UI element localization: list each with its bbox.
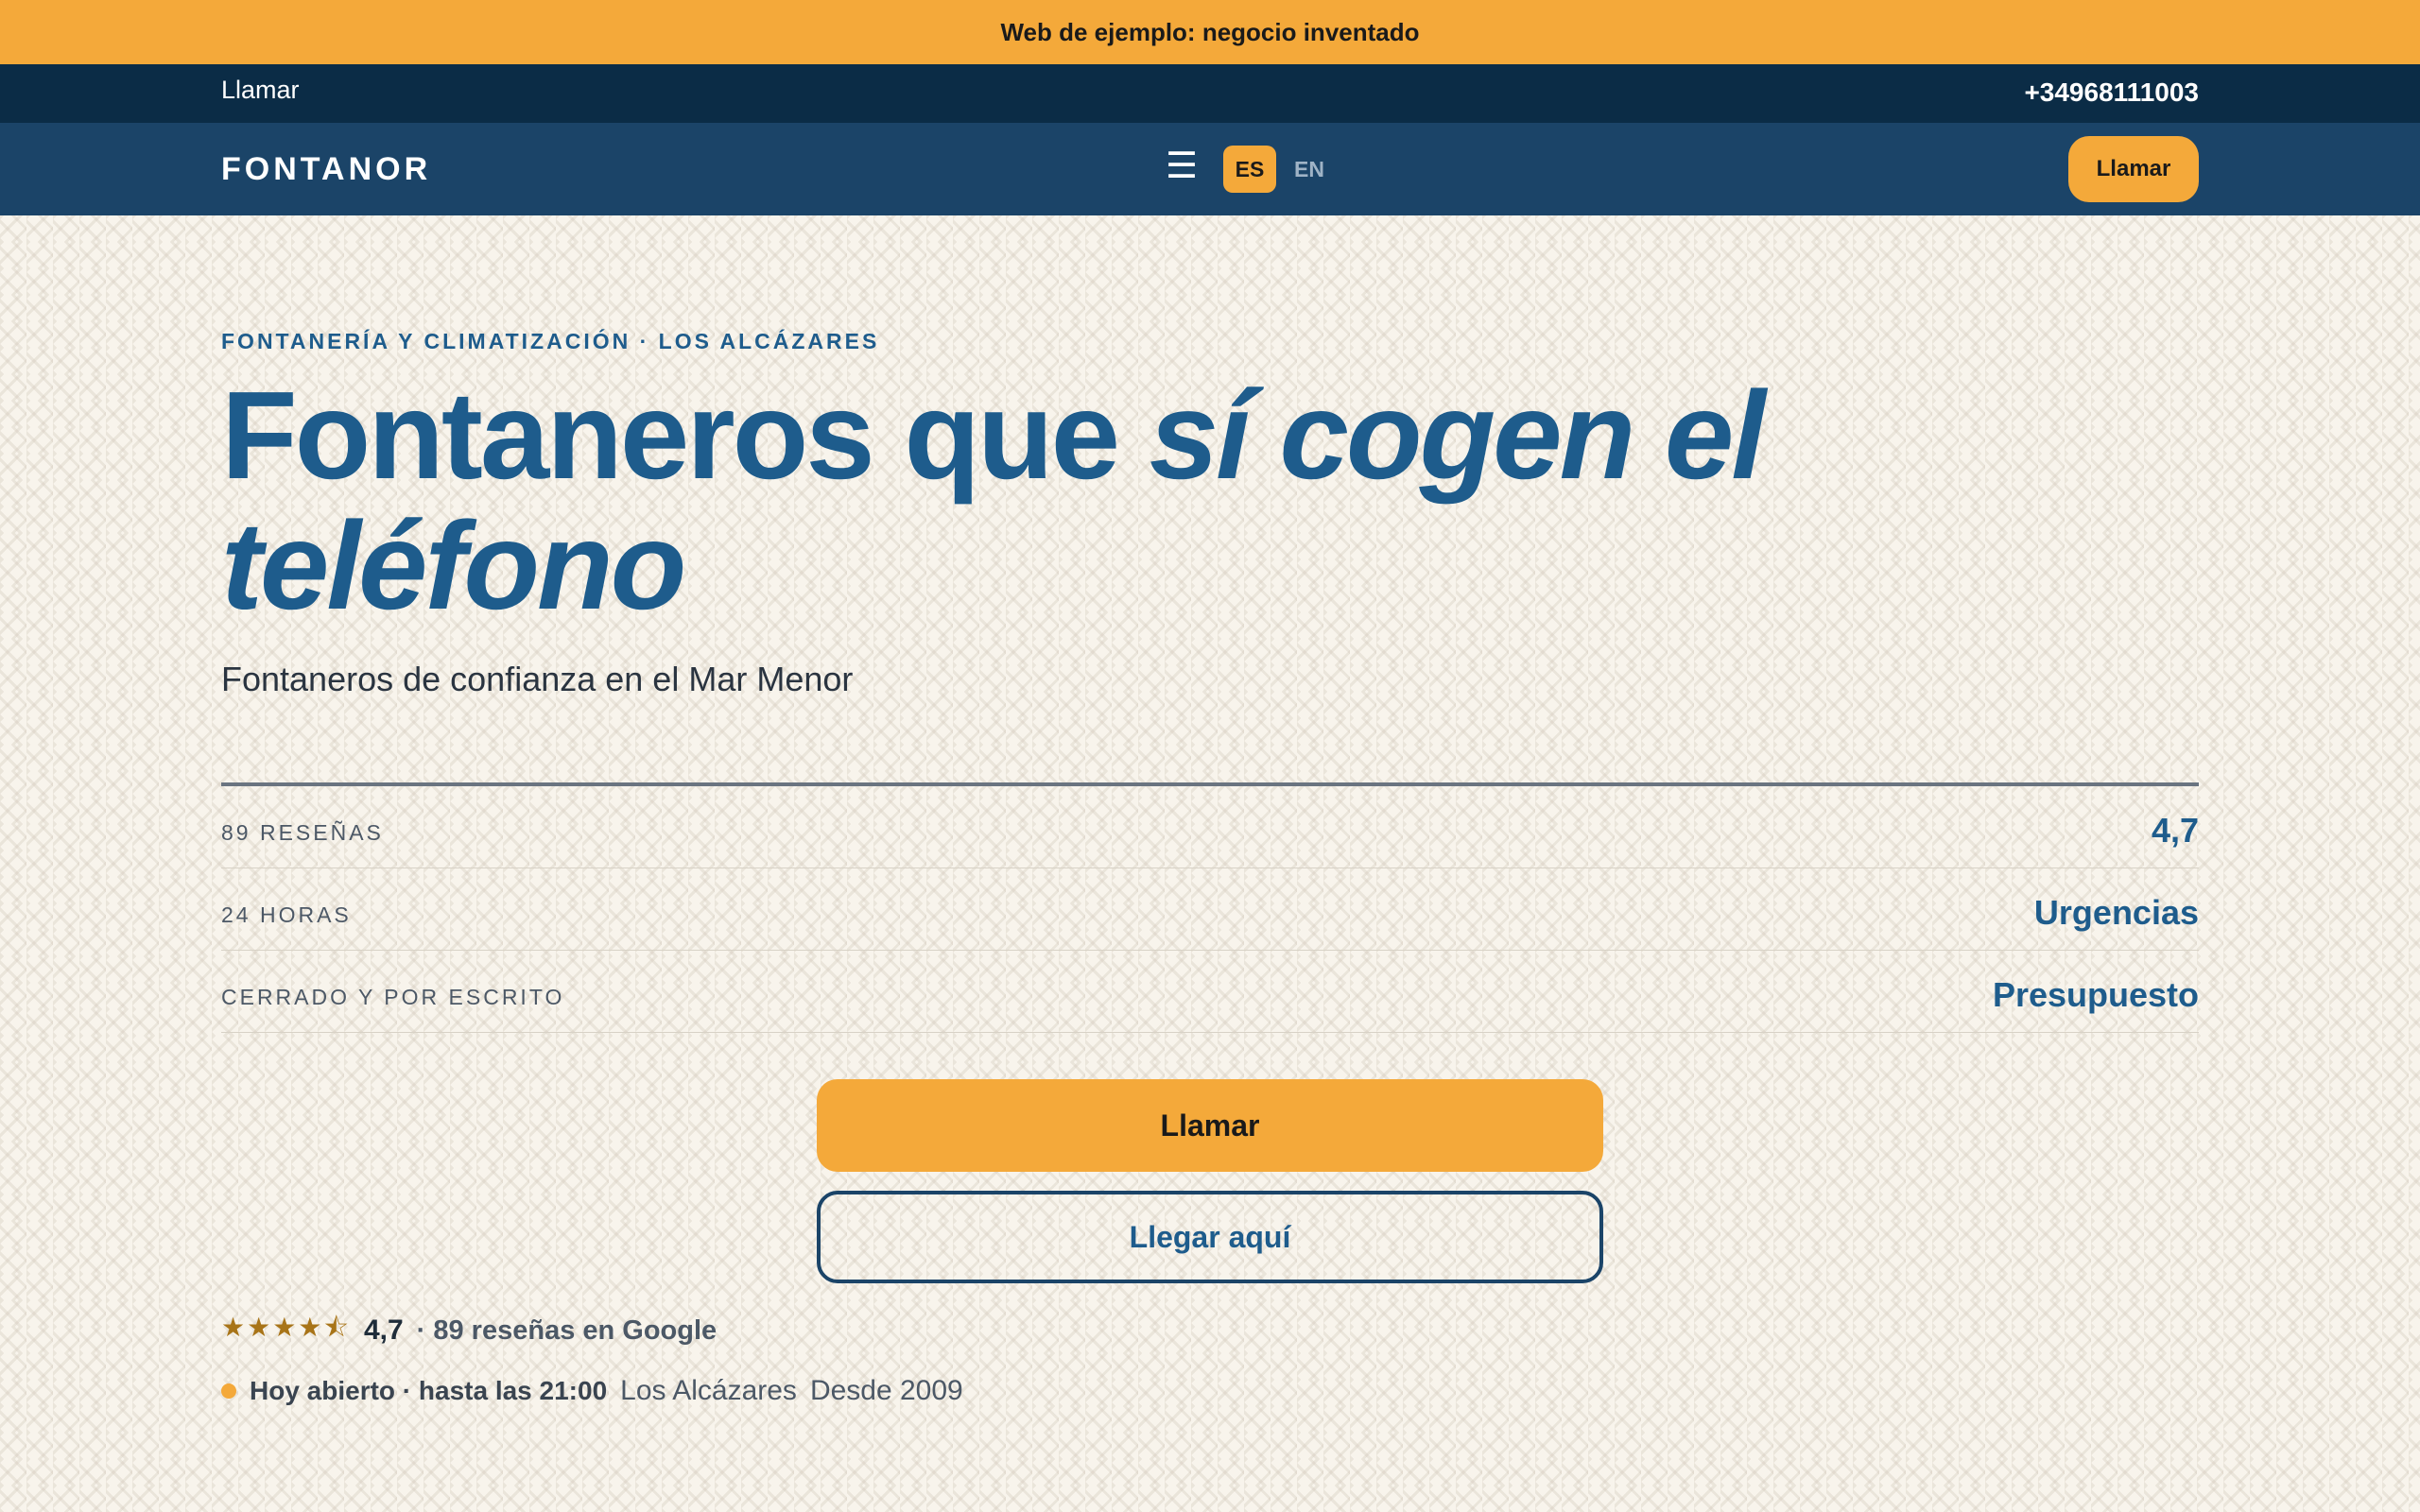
stat-value: Urgencias	[2033, 893, 2199, 932]
stat-label: 24 HORAS	[221, 902, 352, 927]
nav-call-button[interactable]: Llamar	[2068, 136, 2199, 202]
stat-row-emergencies: 24 HORAS Urgencias	[221, 868, 2199, 951]
opening-status: Hoy abierto · hasta las 21:00 Los Alcáza…	[221, 1372, 963, 1410]
stat-value: Presupuesto	[1992, 975, 2199, 1014]
demo-banner: Web de ejemplo: negocio inventado	[0, 0, 2420, 64]
rating-value: 4,7	[363, 1314, 404, 1346]
stat-label: CERRADO Y POR ESCRITO	[221, 985, 565, 1009]
headline-plain: Fontaneros que	[221, 366, 1150, 505]
hero-headline: Fontaneros que sí cogen el teléfono	[221, 370, 2199, 631]
call-bar-link[interactable]: Llamar	[221, 76, 300, 105]
stats-list: 89 RESEÑAS 4,7 24 HORAS Urgencias CERRAD…	[221, 782, 2199, 1033]
language-en-button[interactable]: EN	[1288, 146, 1331, 193]
hero-subtitle: Fontaneros de confianza en el Mar Menor	[221, 660, 854, 698]
rating-text: · 89 reseñas en Google	[416, 1314, 717, 1346]
hero-eyebrow: FONTANERÍA Y CLIMATIZACIÓN · LOS ALCÁZAR…	[221, 329, 880, 353]
demo-banner-text: Web de ejemplo: negocio inventado	[1000, 17, 1420, 46]
site-logo[interactable]: FONTANOR	[221, 151, 431, 188]
stat-row-reviews: 89 RESEÑAS 4,7	[221, 786, 2199, 868]
open-hours-text: Hoy abierto · hasta las 21:00	[250, 1376, 608, 1405]
main-nav: FONTANOR ☰ ES EN Llamar	[0, 123, 2420, 215]
call-button[interactable]: Llamar	[817, 1079, 1603, 1172]
phone-number-link[interactable]: +34968111003	[2024, 77, 2199, 108]
star-rating-icon: ★★★★⯪	[221, 1313, 351, 1342]
headline-italic-1: sí cogen el	[1149, 366, 1766, 505]
headline-italic-2: teléfono	[221, 496, 686, 635]
directions-button[interactable]: Llegar aquí	[817, 1191, 1603, 1283]
call-bar: Llamar +34968111003	[0, 64, 2420, 123]
stat-value: 4,7	[2151, 811, 2199, 850]
hamburger-icon[interactable]: ☰	[1165, 147, 1199, 185]
since-text: Desde 2009	[809, 1375, 963, 1406]
location-text: Los Alcázares	[620, 1375, 797, 1406]
open-status-dot-icon	[221, 1383, 236, 1399]
hero-section: FONTANERÍA Y CLIMATIZACIÓN · LOS ALCÁZAR…	[221, 215, 2199, 1512]
stat-label: 89 RESEÑAS	[221, 820, 384, 845]
stat-row-quote: CERRADO Y POR ESCRITO Presupuesto	[221, 951, 2199, 1033]
language-es-button[interactable]: ES	[1223, 146, 1276, 193]
google-rating: ★★★★⯪ 4,7 · 89 reseñas en Google	[221, 1312, 717, 1349]
